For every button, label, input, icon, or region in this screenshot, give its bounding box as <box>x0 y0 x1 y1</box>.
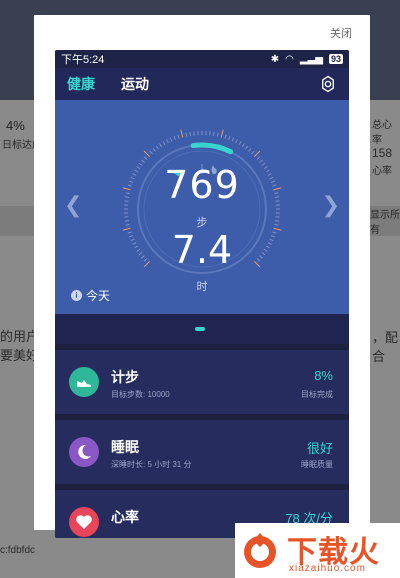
dial-tick <box>231 137 235 142</box>
today-text: 今天 <box>86 289 111 303</box>
dial-tick <box>220 129 224 138</box>
heart-icon <box>69 507 99 537</box>
tab-bar: 健康 运动 <box>55 68 349 103</box>
tab-sport[interactable]: 运动 <box>121 74 149 94</box>
signal-icon: ▂▃▅ <box>299 53 323 65</box>
status-time: 下午5:24 <box>61 54 105 66</box>
info-icon: i <box>71 290 82 301</box>
dial-tick <box>245 145 249 150</box>
card-title: 心率 <box>111 509 139 525</box>
wifi-icon: ◠ <box>285 53 294 65</box>
dial-tick <box>216 132 219 137</box>
bg-fragment: ，配合 <box>372 330 399 364</box>
dial-tick <box>180 129 184 138</box>
today-label[interactable]: i 今天 <box>71 287 110 304</box>
status-bar: 下午5:24 ✱ ◠ ▂▃▅ 93 <box>55 50 349 68</box>
moon-icon <box>69 437 99 467</box>
dial-tick <box>248 148 252 152</box>
dial-tick <box>152 148 156 152</box>
card-sleep[interactable]: 睡眠 深睡时长: 5 小时 31 分 很好 睡眠质量 <box>55 420 349 484</box>
watermark-logo: 下载火 xiazaihuo.com <box>235 523 400 578</box>
bg-fragment: c:fdbfdc <box>0 545 36 556</box>
hours-value: 7.4 <box>171 228 233 272</box>
bg-fragment: 4% <box>6 118 25 133</box>
dial-tick <box>256 156 261 160</box>
dial-tick <box>166 139 169 144</box>
bg-fragment: 显示所有 <box>370 210 400 236</box>
dial-tick <box>238 141 242 146</box>
flame-logo-icon <box>244 533 276 568</box>
image-preview-modal: 关闭 下午5:24 ✱ ◠ ▂▃▅ 93 健康 运动 ❮ ❯ 769 步 7.4… <box>34 15 370 538</box>
card-title: 睡眠 <box>111 439 139 455</box>
page-indicator <box>55 314 349 344</box>
settings-gear-icon[interactable] <box>319 75 337 93</box>
card-value: 很好 <box>306 441 333 456</box>
dial-tick <box>224 134 227 139</box>
steps-value: 769 <box>164 163 240 207</box>
card-steps[interactable]: 计步 目标步数: 10000 8% 目标完成 <box>55 350 349 414</box>
close-button[interactable]: 关闭 <box>330 25 352 41</box>
dial-tick <box>189 131 191 136</box>
dial-tick <box>149 150 153 155</box>
phone-screenshot: 下午5:24 ✱ ◠ ▂▃▅ 93 健康 运动 ❮ ❯ 769 步 7.4 时 … <box>55 50 349 538</box>
dial-tick <box>251 150 255 155</box>
dial-tick <box>143 156 148 160</box>
card-value-caption: 睡眠质量 <box>301 460 333 469</box>
card-subtitle: 深睡时长: 5 小时 31 分 <box>111 460 192 469</box>
dial-tick <box>185 132 188 137</box>
bg-fragment: 158 <box>372 146 393 160</box>
dial-tick <box>235 139 238 144</box>
dial-tick <box>241 143 245 148</box>
card-value: 8% <box>314 368 333 383</box>
dial-tick <box>169 137 173 142</box>
dial-tick <box>253 150 261 158</box>
tab-health[interactable]: 健康 <box>67 74 95 103</box>
dial-tick <box>228 136 231 141</box>
bg-fragment: 心率 <box>372 166 392 177</box>
dial-tick <box>177 134 180 139</box>
dial-tick <box>173 136 176 141</box>
bg-fragment: 总心率 <box>372 120 392 146</box>
dial-tick <box>155 145 159 150</box>
dial-tick <box>159 143 163 148</box>
watermark-url: xiazaihuo.com <box>289 563 366 574</box>
dial-tick <box>162 141 166 146</box>
card-value-caption: 目标完成 <box>301 390 333 399</box>
bluetooth-icon: ✱ <box>270 53 280 65</box>
shoe-icon <box>69 367 99 397</box>
page-indicator-dot <box>195 327 205 331</box>
card-title: 计步 <box>111 369 139 385</box>
dial-tick <box>213 131 215 136</box>
card-subtitle: 目标步数: 10000 <box>111 390 170 399</box>
activity-dial-panel: ❮ ❯ 769 步 7.4 时 i 今天 <box>55 100 349 314</box>
battery-level: 93 <box>328 54 343 64</box>
dial-tick <box>143 150 151 158</box>
